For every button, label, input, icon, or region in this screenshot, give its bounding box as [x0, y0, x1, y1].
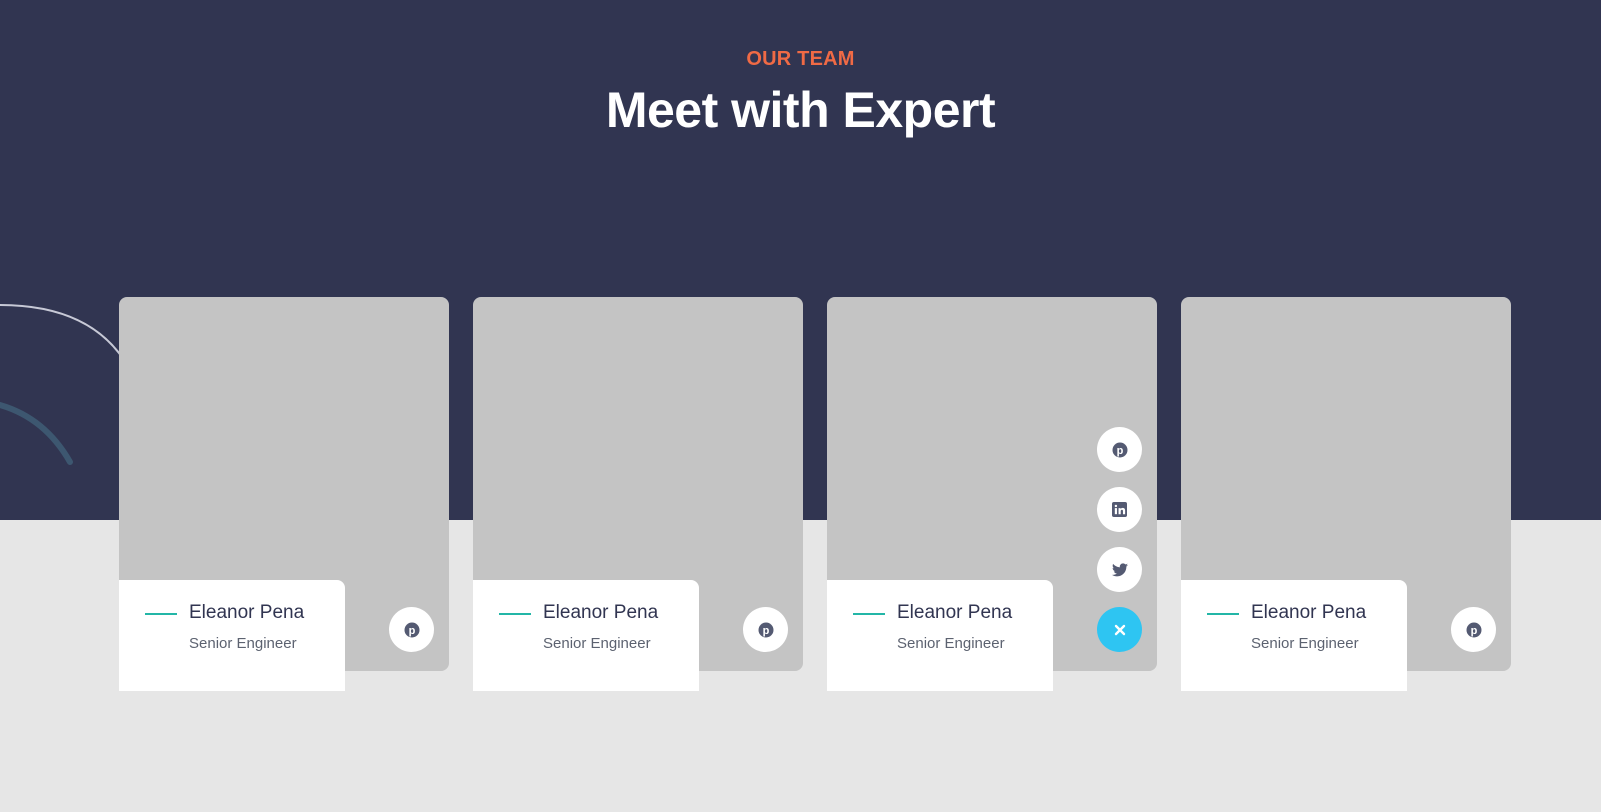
section-header: OUR TEAM Meet with Expert [0, 48, 1601, 139]
team-card: Eleanor Pena Senior Engineer p [827, 297, 1157, 691]
member-name[interactable]: Eleanor Pena [897, 602, 1012, 624]
member-role: Senior Engineer [897, 635, 1005, 652]
team-card: Eleanor Pena Senior Engineer p [119, 297, 449, 691]
team-card: Eleanor Pena Senior Engineer p [1181, 297, 1511, 691]
pinterest-icon: p [758, 622, 773, 637]
member-name[interactable]: Eleanor Pena [189, 602, 304, 624]
close-icon [1114, 624, 1125, 635]
linkedin-icon [1112, 502, 1127, 517]
accent-dash [499, 613, 531, 615]
member-name[interactable]: Eleanor Pena [543, 602, 658, 624]
svg-text:p: p [762, 625, 769, 637]
member-role: Senior Engineer [189, 635, 297, 652]
team-grid: Eleanor Pena Senior Engineer p Eleanor P… [119, 297, 1511, 691]
section-title: Meet with Expert [605, 82, 996, 138]
pinterest-button[interactable]: p [389, 607, 434, 652]
pinterest-icon: p [1112, 442, 1127, 457]
twitter-button[interactable] [1097, 547, 1142, 592]
svg-text:p: p [1470, 625, 1477, 637]
section-eyebrow: OUR TEAM [746, 48, 855, 70]
pinterest-icon: p [1466, 622, 1481, 637]
close-button[interactable] [1097, 607, 1142, 652]
member-role: Senior Engineer [543, 635, 651, 652]
member-info-panel: Eleanor Pena Senior Engineer [827, 580, 1053, 691]
svg-text:p: p [1116, 445, 1123, 457]
member-info-panel: Eleanor Pena Senior Engineer [119, 580, 345, 691]
member-name[interactable]: Eleanor Pena [1251, 602, 1366, 624]
member-info-panel: Eleanor Pena Senior Engineer [473, 580, 699, 691]
accent-dash [145, 613, 177, 615]
pinterest-button[interactable]: p [1451, 607, 1496, 652]
pinterest-icon: p [404, 622, 419, 637]
member-info-panel: Eleanor Pena Senior Engineer [1181, 580, 1407, 691]
member-role: Senior Engineer [1251, 635, 1359, 652]
svg-text:p: p [408, 625, 415, 637]
twitter-icon [1111, 562, 1128, 576]
accent-dash [1207, 613, 1239, 615]
linkedin-button[interactable] [1097, 487, 1142, 532]
pinterest-button[interactable]: p [1097, 427, 1142, 472]
team-card: Eleanor Pena Senior Engineer p [473, 297, 803, 691]
pinterest-button[interactable]: p [743, 607, 788, 652]
accent-dash [853, 613, 885, 615]
